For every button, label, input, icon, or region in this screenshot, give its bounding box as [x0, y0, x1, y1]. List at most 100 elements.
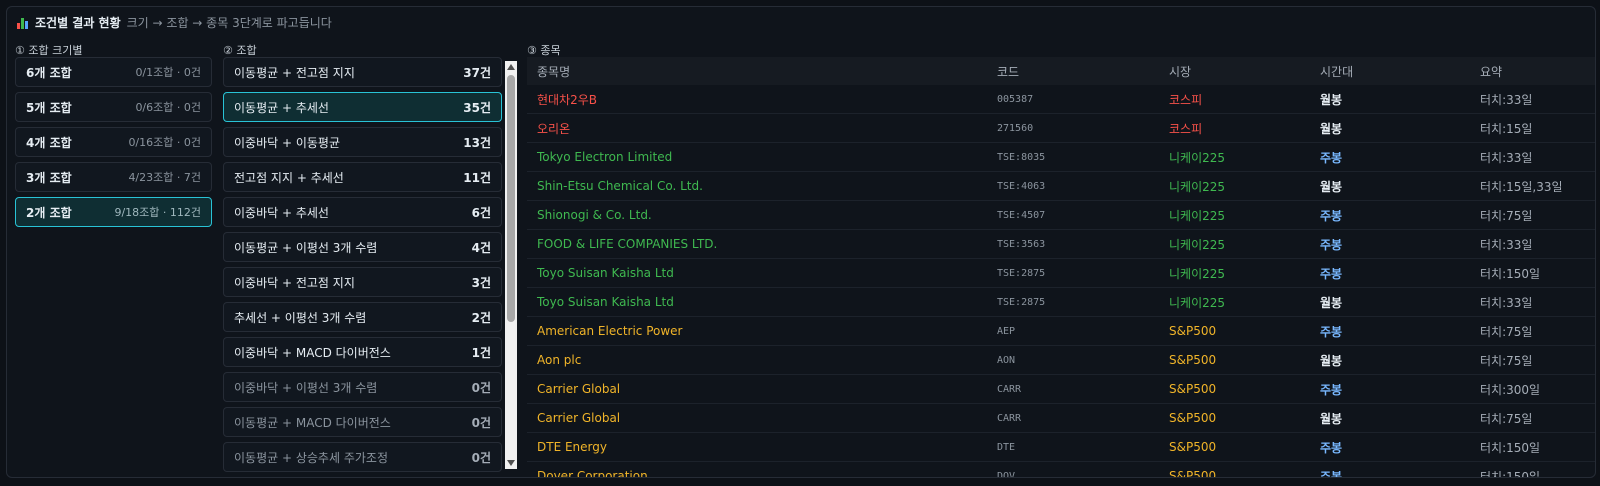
stock-summary-cell: 터치:15일: [1470, 113, 1595, 143]
table-row[interactable]: American Electric Power AEP S&P500 주봉 터치:75일: [527, 316, 1595, 346]
size-item-label: 3개 조합: [26, 170, 72, 185]
size-item-label: 5개 조합: [26, 100, 72, 115]
stock-table-panel: 종목명 코드 시장 시간대 요약 현대차2우B 005387 코스피 월봉 터치:33일 오리온 2…: [527, 57, 1595, 477]
stock-name-cell: Aon plc: [527, 345, 987, 375]
combo-item-count: 0건: [471, 450, 491, 465]
combo-item[interactable]: 전고점 지지 + 추세선 11건: [223, 162, 502, 192]
stock-summary-cell: 터치:15일,33일: [1470, 171, 1595, 201]
stock-code-cell: TSE:8035: [987, 142, 1159, 172]
stock-summary-cell: 터치:75일: [1470, 200, 1595, 230]
stock-name-cell: 오리온: [527, 113, 987, 143]
combo-item-name: 이동평균 + 상승추세 주가조정: [234, 450, 388, 465]
combo-item-name: 이중바닥 + 전고점 지지: [234, 275, 355, 290]
size-item-label: 4개 조합: [26, 135, 72, 150]
stock-summary-cell: 터치:150일: [1470, 432, 1595, 462]
combo-panel: 이동평균 + 전고점 지지 37건이동평균 + 추세선 35건이중바닥 + 이동평균…: [223, 57, 517, 477]
stock-timeframe-cell: 주봉: [1310, 316, 1470, 346]
arrow-down-icon[interactable]: [507, 460, 515, 466]
combo-item[interactable]: 이동평균 + 추세선 35건: [223, 92, 502, 122]
combo-item[interactable]: 이중바닥 + 전고점 지지 3건: [223, 267, 502, 297]
stock-code-cell: AEP: [987, 316, 1159, 346]
stock-code-cell: DTE: [987, 432, 1159, 462]
stock-table: 종목명 코드 시장 시간대 요약 현대차2우B 005387 코스피 월봉 터치:33일 오리온 2…: [527, 57, 1595, 477]
table-row[interactable]: Shin-Etsu Chemical Co. Ltd. TSE:4063 니케이22…: [527, 171, 1595, 201]
stock-summary-cell: 터치:300일: [1470, 374, 1595, 404]
combo-item-count: 13건: [463, 135, 491, 150]
size-item-label: 2개 조합: [26, 205, 72, 220]
combo-item[interactable]: 추세선 + 이평선 3개 수렴 2건: [223, 302, 502, 332]
combo-item[interactable]: 이동평균 + MACD 다이버전스 0건: [223, 407, 502, 437]
combo-item[interactable]: 이중바닥 + 추세선 6건: [223, 197, 502, 227]
table-row[interactable]: Aon plc AON S&P500 월봉 터치:75일: [527, 345, 1595, 375]
stock-market-cell: 니케이225: [1159, 142, 1310, 172]
arrow-up-icon[interactable]: [507, 64, 515, 70]
combo-item-name: 이중바닥 + 이동평균: [234, 135, 341, 150]
combo-item[interactable]: 이중바닥 + 이평선 3개 수렴 0건: [223, 372, 502, 402]
combo-item[interactable]: 이중바닥 + 이동평균 13건: [223, 127, 502, 157]
combo-item-count: 6건: [471, 205, 491, 220]
stock-name-cell: Shionogi & Co. Ltd.: [527, 200, 987, 230]
panel-title: 조건별 결과 현황: [35, 16, 121, 30]
size-list: 6개 조합 0/1조합 · 0건 5개 조합 0/6조합 · 0건 4개 조합 0/16조…: [15, 57, 212, 232]
stock-code-cell: 005387: [987, 85, 1159, 114]
column-header[interactable]: 시간대: [1310, 57, 1470, 85]
stock-name-cell: Toyo Suisan Kaisha Ltd: [527, 258, 987, 288]
combo-item-name: 이중바닥 + 이평선 3개 수렴: [234, 380, 378, 395]
stock-market-cell: 코스피: [1159, 85, 1310, 114]
size-item-meta: 0/16조합 · 0건: [128, 136, 201, 149]
column-header[interactable]: 시장: [1159, 57, 1310, 85]
combo-item[interactable]: 이동평균 + 이평선 3개 수렴 4건: [223, 232, 502, 262]
table-row[interactable]: Shionogi & Co. Ltd. TSE:4507 니케이225 주봉 터치:75…: [527, 200, 1595, 230]
stock-timeframe-cell: 월봉: [1310, 85, 1470, 114]
table-row[interactable]: Toyo Suisan Kaisha Ltd TSE:2875 니케이225 주봉 터치…: [527, 258, 1595, 288]
column-header[interactable]: 코드: [987, 57, 1159, 85]
stock-name-cell: Shin-Etsu Chemical Co. Ltd.: [527, 171, 987, 201]
size-section-label: ① 조합 크기별: [15, 44, 83, 57]
stock-name-cell: American Electric Power: [527, 316, 987, 346]
bar-chart-icon: [17, 17, 29, 29]
combo-item-count: 0건: [471, 380, 491, 395]
stock-code-cell: TSE:3563: [987, 229, 1159, 259]
combo-scrollbar[interactable]: [505, 61, 517, 469]
column-header[interactable]: 요약: [1470, 57, 1595, 85]
stock-timeframe-cell: 월봉: [1310, 287, 1470, 317]
size-item[interactable]: 4개 조합 0/16조합 · 0건: [15, 127, 212, 157]
combo-item[interactable]: 이동평균 + 전고점 지지 37건: [223, 57, 502, 87]
stock-timeframe-cell: 월봉: [1310, 171, 1470, 201]
combo-item[interactable]: 이중바닥 + MACD 다이버전스 1건: [223, 337, 502, 367]
stock-code-cell: CARR: [987, 374, 1159, 404]
stock-market-cell: S&P500: [1159, 316, 1310, 346]
stock-timeframe-cell: 월봉: [1310, 403, 1470, 433]
stock-code-cell: TSE:2875: [987, 287, 1159, 317]
stock-code-cell: TSE:4063: [987, 171, 1159, 201]
table-row[interactable]: 오리온 271560 코스피 월봉 터치:15일: [527, 113, 1595, 143]
combo-item-name: 전고점 지지 + 추세선: [234, 170, 344, 185]
combo-item-count: 2건: [471, 310, 491, 325]
size-item[interactable]: 3개 조합 4/23조합 · 7건: [15, 162, 212, 192]
stock-timeframe-cell: 주봉: [1310, 142, 1470, 172]
combo-item-name: 이동평균 + MACD 다이버전스: [234, 415, 391, 430]
table-row[interactable]: Carrier Global CARR S&P500 월봉 터치:75일: [527, 403, 1595, 433]
table-row[interactable]: DTE Energy DTE S&P500 주봉 터치:150일: [527, 432, 1595, 462]
panel-header: 조건별 결과 현황 크기 → 조합 → 종목 3단계로 파고듭니다: [17, 15, 332, 31]
column-header[interactable]: 종목명: [527, 57, 987, 85]
table-row[interactable]: 현대차2우B 005387 코스피 월봉 터치:33일: [527, 85, 1595, 114]
table-row[interactable]: Tokyo Electron Limited TSE:8035 니케이225 주봉 터치…: [527, 142, 1595, 172]
combo-item-name: 추세선 + 이평선 3개 수렴: [234, 310, 367, 325]
table-row[interactable]: FOOD & LIFE COMPANIES LTD. TSE:3563 니케이225…: [527, 229, 1595, 259]
table-row[interactable]: Carrier Global CARR S&P500 주봉 터치:300일: [527, 374, 1595, 404]
size-item[interactable]: 6개 조합 0/1조합 · 0건: [15, 57, 212, 87]
table-row[interactable]: Toyo Suisan Kaisha Ltd TSE:2875 니케이225 월봉 터치…: [527, 287, 1595, 317]
scrollbar-thumb[interactable]: [507, 75, 515, 322]
stock-market-cell: S&P500: [1159, 403, 1310, 433]
size-item[interactable]: 2개 조합 9/18조합 · 112건: [15, 197, 212, 227]
combo-item[interactable]: 이동평균 + 상승추세 주가조정 0건: [223, 442, 502, 472]
stock-timeframe-cell: 주봉: [1310, 432, 1470, 462]
combo-list: 이동평균 + 전고점 지지 37건이동평균 + 추세선 35건이중바닥 + 이동평균…: [223, 57, 502, 477]
stock-name-cell: Dover Corporation: [527, 461, 987, 477]
table-row[interactable]: Dover Corporation DOV S&P500 주봉 터치:150일: [527, 461, 1595, 477]
stock-summary-cell: 터치:33일: [1470, 287, 1595, 317]
stock-code-cell: TSE:2875: [987, 258, 1159, 288]
size-item-meta: 0/6조합 · 0건: [135, 101, 201, 114]
size-item[interactable]: 5개 조합 0/6조합 · 0건: [15, 92, 212, 122]
